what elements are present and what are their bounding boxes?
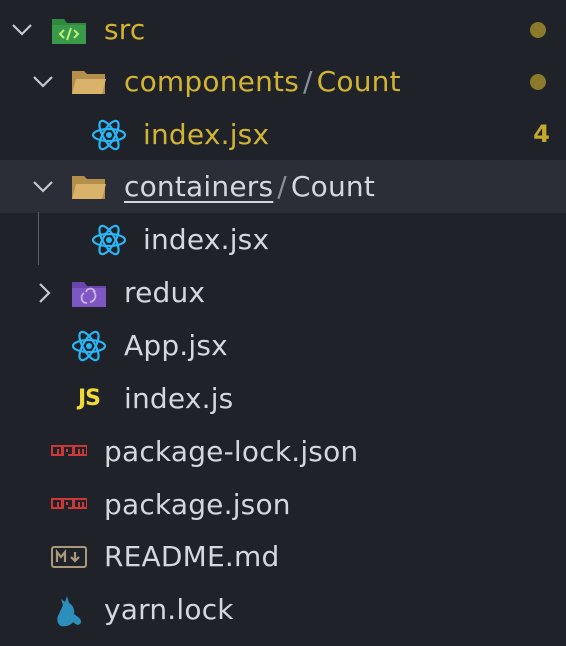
tree-item-components-index-jsx[interactable]: index.jsx 4 bbox=[0, 108, 566, 161]
chevron-right-icon[interactable] bbox=[34, 282, 56, 304]
tree-item-readme-md[interactable]: README.md bbox=[0, 530, 566, 583]
tree-item-label: containers bbox=[124, 170, 274, 203]
redux-folder-icon bbox=[71, 275, 107, 311]
tree-item-label: src bbox=[104, 13, 146, 46]
tree-item-src[interactable]: src bbox=[0, 3, 566, 56]
tree-item-sublabel: Count bbox=[290, 170, 376, 203]
path-separator: / bbox=[303, 65, 313, 98]
tree-item-components-count[interactable]: components / Count bbox=[0, 55, 566, 108]
chevron-down-icon[interactable] bbox=[32, 176, 54, 198]
tree-item-package-json[interactable]: package.json bbox=[0, 478, 566, 531]
tree-item-yarn-lock[interactable]: yarn.lock bbox=[0, 583, 566, 636]
js-icon: JS bbox=[77, 386, 101, 411]
tree-item-index-js[interactable]: JS index.js bbox=[0, 372, 566, 425]
tree-item-label: components bbox=[124, 65, 299, 98]
modified-dot bbox=[530, 21, 546, 38]
tree-item-redux[interactable]: redux bbox=[0, 266, 566, 319]
tree-item-label: index.js bbox=[124, 382, 234, 415]
npm-icon bbox=[51, 487, 87, 523]
react-icon bbox=[71, 328, 107, 364]
markdown-icon bbox=[51, 539, 87, 575]
problem-count-badge: 4 bbox=[533, 120, 550, 148]
tree-item-package-lock-json[interactable]: package-lock.json bbox=[0, 425, 566, 478]
chevron-down-icon[interactable] bbox=[32, 71, 54, 93]
tree-item-label: index.jsx bbox=[143, 223, 270, 256]
folder-open-icon bbox=[71, 64, 107, 100]
react-icon bbox=[91, 117, 127, 153]
file-explorer-tree: src components / Count index.jsx 4 conta… bbox=[0, 0, 566, 646]
tree-item-containers-count[interactable]: containers / Count bbox=[0, 160, 566, 213]
src-folder-icon bbox=[51, 12, 87, 48]
tree-item-label: App.jsx bbox=[124, 329, 228, 362]
tree-item-label: README.md bbox=[104, 540, 280, 573]
modified-dot bbox=[530, 73, 546, 90]
tree-item-label: yarn.lock bbox=[104, 593, 234, 626]
folder-open-icon bbox=[71, 169, 107, 205]
tree-item-label: package-lock.json bbox=[104, 435, 359, 468]
tree-item-app-jsx[interactable]: App.jsx bbox=[0, 319, 566, 372]
tree-item-label: package.json bbox=[104, 488, 291, 521]
chevron-down-icon[interactable] bbox=[11, 19, 33, 41]
react-icon bbox=[91, 222, 127, 258]
path-separator: / bbox=[277, 170, 287, 203]
npm-icon bbox=[51, 434, 87, 470]
tree-item-sublabel: Count bbox=[316, 65, 401, 98]
tree-item-label: index.jsx bbox=[143, 118, 270, 151]
yarn-icon bbox=[51, 592, 87, 628]
tree-item-label: redux bbox=[124, 276, 206, 309]
tree-item-containers-index-jsx[interactable]: index.jsx bbox=[0, 213, 566, 266]
